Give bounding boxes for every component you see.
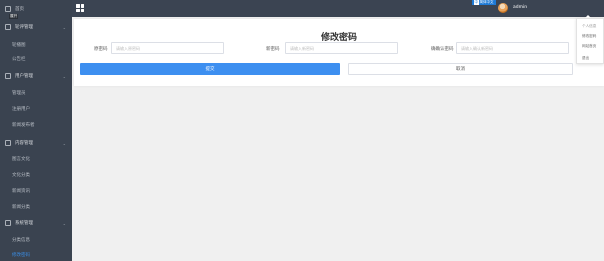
sidebar-group-carousel[interactable]: 轮评管理 ⌄ bbox=[0, 20, 72, 34]
old-password-field[interactable] bbox=[111, 42, 224, 54]
cancel-button[interactable]: 取消 bbox=[348, 63, 573, 75]
sidebar-group-label: 内容管理 bbox=[15, 141, 33, 146]
avatar[interactable] bbox=[498, 3, 508, 13]
sidebar-item-news[interactable]: 新闻资讯 bbox=[0, 184, 72, 198]
confirm-password-label: 确确认密码 bbox=[431, 47, 454, 52]
new-password-label: 新密码 bbox=[266, 47, 280, 52]
sidebar-item-admins[interactable]: 管理员 bbox=[0, 86, 72, 100]
grid-menu-icon[interactable] bbox=[76, 4, 84, 12]
chevron-down-icon: ⌄ bbox=[62, 24, 66, 30]
sidebar-item-culture[interactable]: 图言文化 bbox=[0, 152, 72, 166]
language-label: 简体中文 bbox=[479, 0, 494, 4]
chevron-down-icon: ⌄ bbox=[62, 73, 66, 79]
sidebar-item-category-info[interactable]: 分类信息 bbox=[0, 233, 72, 247]
sidebar-item-carousel[interactable]: 轮播图 bbox=[0, 38, 72, 52]
sidebar-group-system[interactable]: 系统管理 ⌄ bbox=[0, 216, 72, 230]
sidebar: 首页 展开 轮评管理 ⌄ 轮播图 公告栏 用户管理 ⌄ 管理员 注册用户 新闻发… bbox=[0, 0, 72, 261]
sidebar-item-notice[interactable]: 公告栏 bbox=[0, 52, 72, 66]
sidebar-group-users[interactable]: 用户管理 ⌄ bbox=[0, 69, 72, 83]
submit-button[interactable]: 提交 bbox=[80, 63, 340, 75]
user-icon bbox=[5, 73, 11, 79]
username[interactable]: admin bbox=[513, 5, 527, 10]
sidebar-item-registered-users[interactable]: 注册用户 bbox=[0, 102, 72, 116]
collapse-hint: 展开 bbox=[9, 14, 19, 19]
dropdown-item-home[interactable]: 网站首页 bbox=[582, 44, 596, 49]
sidebar-group-content[interactable]: 内容管理 ⌄ bbox=[0, 136, 72, 150]
language-badge-letter: 中 bbox=[474, 0, 479, 5]
dropdown-item-logout[interactable]: 退出 bbox=[582, 56, 589, 61]
home-icon bbox=[5, 6, 11, 12]
settings-icon bbox=[5, 220, 11, 226]
old-password-label: 原密码 bbox=[94, 47, 108, 52]
sidebar-group-label: 系统管理 bbox=[15, 221, 33, 226]
menu-group-icon bbox=[5, 24, 11, 30]
dropdown-item-profile[interactable]: 个人信息 bbox=[582, 24, 596, 29]
sidebar-group-label: 轮评管理 bbox=[15, 25, 33, 30]
sidebar-group-label: 用户管理 bbox=[15, 74, 33, 79]
sidebar-item-home[interactable]: 首页 bbox=[0, 4, 72, 14]
sidebar-item-publishers[interactable]: 新闻发布者 bbox=[0, 118, 72, 132]
language-switcher[interactable]: 中 简体中文 bbox=[472, 0, 496, 5]
chevron-down-icon: ⌄ bbox=[62, 220, 66, 226]
dropdown-item-change-password[interactable]: 修改密码 bbox=[582, 34, 596, 39]
sidebar-item-change-password[interactable]: 修改密码 bbox=[0, 248, 72, 261]
chevron-down-icon: ⌄ bbox=[62, 140, 66, 146]
content-icon bbox=[5, 140, 11, 146]
change-password-card: 修改密码 原密码 新密码 确确认密码 提交 取消 bbox=[74, 19, 604, 86]
user-dropdown-menu: 个人信息 修改密码 网站首页 退出 bbox=[576, 18, 604, 64]
sidebar-item-culture-category[interactable]: 文化分类 bbox=[0, 168, 72, 182]
sidebar-item-news-category[interactable]: 新闻分类 bbox=[0, 200, 72, 214]
confirm-password-field[interactable] bbox=[456, 42, 569, 54]
sidebar-home-label: 首页 bbox=[15, 7, 24, 12]
new-password-field[interactable] bbox=[285, 42, 398, 54]
